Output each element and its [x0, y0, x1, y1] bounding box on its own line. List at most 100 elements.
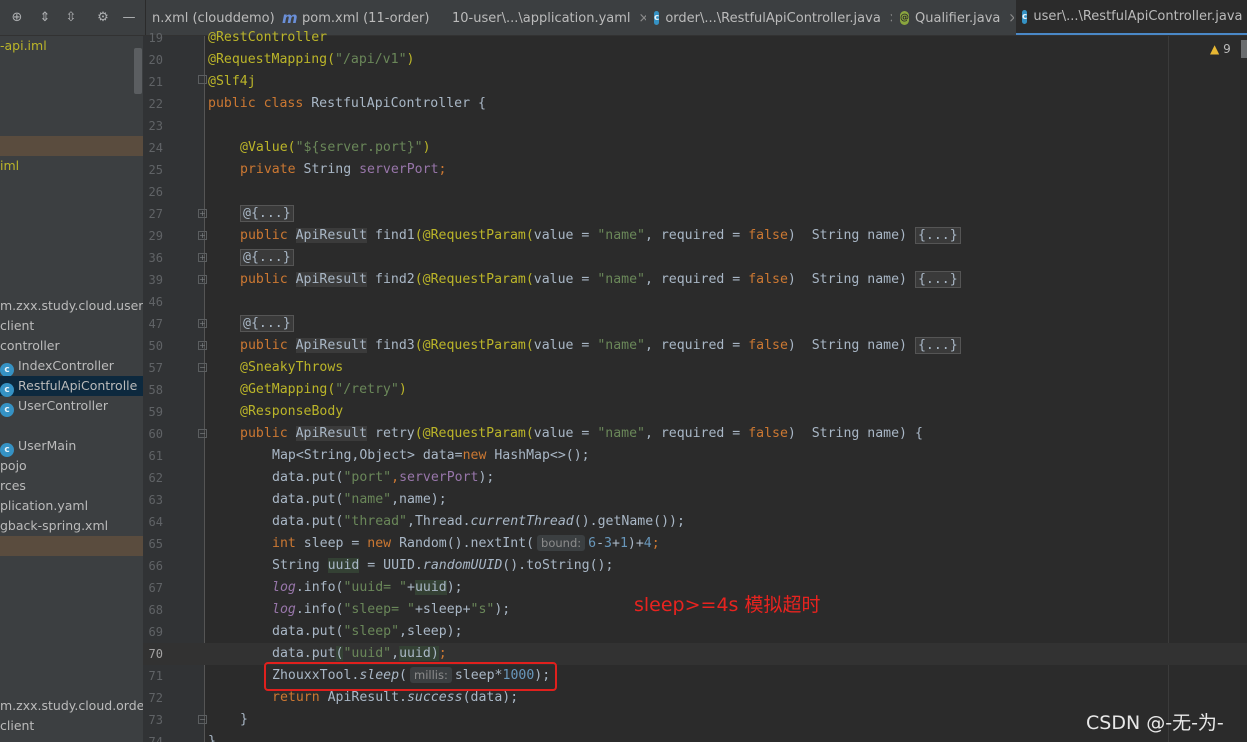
tree-item-label: -api.iml [0, 38, 47, 53]
scrollbar-thumb[interactable] [1241, 40, 1247, 58]
minimize-icon[interactable]: — [122, 11, 136, 25]
close-icon[interactable]: × [639, 11, 646, 26]
locate-icon[interactable]: ⊕ [10, 11, 24, 25]
keyword-token: false [748, 426, 788, 441]
code-token: data.put( [272, 514, 344, 529]
code-token: = UUID. [359, 558, 423, 573]
param-token: , required = [644, 338, 749, 353]
fold-marker-icon[interactable] [198, 75, 207, 84]
expand-all-icon[interactable]: ⇕ [38, 11, 52, 25]
folded-annotation[interactable]: @{...} [240, 315, 294, 332]
tree-item[interactable]: -api.iml [0, 36, 143, 56]
fold-marker-icon[interactable]: + [198, 275, 207, 284]
tree-item[interactable]: pojo [0, 416, 143, 436]
keyword-token: private [240, 162, 304, 177]
param-token: ) String name) [787, 338, 915, 353]
punct-token: ; [651, 536, 660, 551]
annotation-token: ) [406, 52, 415, 67]
code-token: .info( [295, 580, 344, 595]
tree-item[interactable]: m.zxx.study.cloud.orde [0, 696, 143, 716]
annotation-token: (@RequestParam( [414, 228, 534, 243]
fold-marker-icon[interactable]: + [198, 253, 207, 262]
tab-user-restful-controller[interactable]: cuser\...\RestfulApiController.java× [1016, 0, 1247, 35]
string-token: "port" [343, 470, 392, 485]
line-number: 71 [148, 669, 163, 683]
fold-marker-icon[interactable]: + [198, 209, 207, 218]
fold-marker-icon[interactable]: + [198, 319, 207, 328]
string-token: "name" [597, 338, 645, 353]
close-icon[interactable]: × [1008, 11, 1014, 26]
code-token: + [612, 536, 620, 551]
code-line-66: String uuid = UUID.randomUUID().toString… [272, 555, 613, 577]
keyword-token: false [748, 338, 788, 353]
tree-item[interactable]: controller [0, 336, 143, 356]
param-token: ) String name) [787, 426, 915, 441]
tree-item-user-controller[interactable]: c UserController [0, 396, 143, 417]
tree-item-index-controller[interactable]: c IndexController [0, 356, 143, 377]
tree-item[interactable]: client [0, 316, 143, 336]
code-token: ); [478, 470, 495, 485]
string-token: "/retry" [335, 382, 399, 397]
tab-order-restful-controller[interactable]: c order\...\RestfulApiController.java × [648, 0, 892, 35]
method-token: retry [375, 426, 415, 441]
line-number: 26 [148, 185, 163, 199]
code-line-24: @Value("${server.port}") [240, 137, 431, 159]
param-token: ) String name) [787, 272, 915, 287]
variable-token: uuid [399, 646, 431, 661]
inspection-widget[interactable]: ▲ 9 [1210, 42, 1231, 56]
close-icon[interactable]: × [889, 11, 892, 26]
tree-item[interactable]: plication.yaml [0, 496, 143, 516]
annotation-token: (@RequestParam( [414, 272, 534, 287]
fold-marker-icon[interactable]: + [198, 341, 207, 350]
line-number: 47 [148, 317, 163, 331]
variable-token: uuid [414, 580, 447, 595]
code-token: ApiResult. [327, 690, 407, 705]
string-token: "${server.port}" [295, 140, 423, 155]
string-token: "sleep= " [343, 602, 415, 617]
tree-item[interactable]: pojo [0, 456, 143, 476]
code-line-73: } [240, 709, 248, 731]
folded-annotation[interactable]: @{...} [240, 249, 294, 266]
tree-item[interactable]: iml [0, 156, 143, 176]
code-token: ); [494, 602, 511, 617]
number-token: 4 [643, 536, 652, 551]
collapse-all-icon[interactable]: ⇳ [64, 11, 78, 25]
punct-token: } [240, 712, 248, 727]
tab-qualifier[interactable]: @ Qualifier.java × [894, 0, 1014, 35]
tree-item[interactable]: m.zxx.study.cloud.user [0, 296, 143, 316]
folded-annotation[interactable]: @{...} [240, 205, 294, 222]
string-token: "/api/v1" [335, 52, 407, 67]
fold-marker-icon[interactable]: − [198, 715, 207, 724]
code-token: data.put( [272, 470, 344, 485]
tab-label: 10-user\...\application.yaml [452, 10, 631, 26]
folded-body[interactable]: {...} [914, 271, 961, 288]
fold-marker-icon[interactable]: + [198, 231, 207, 240]
line-number: 24 [148, 141, 163, 155]
annotation-token: ) [422, 140, 431, 155]
folded-body[interactable]: {...} [914, 337, 961, 354]
method-token: currentThread [470, 514, 574, 529]
tree-item[interactable]: client [0, 716, 143, 736]
annotation-token: ) [398, 382, 407, 397]
line-number: 57 [148, 361, 163, 375]
tree-item[interactable]: rces [0, 476, 143, 496]
right-margin-guide [1168, 36, 1169, 742]
method-token: randomUUID [422, 558, 503, 573]
tree-item-label: IndexController [18, 358, 114, 373]
annotation-icon: @ [900, 11, 909, 25]
string-token: "uuid= " [343, 580, 407, 595]
fold-marker-icon[interactable]: − [198, 363, 207, 372]
fold-marker-icon[interactable]: − [198, 429, 207, 438]
param-token: ) String name) [787, 228, 915, 243]
code-line-58: @GetMapping("/retry") [240, 379, 407, 401]
tree-item-user-main[interactable]: c UserMain [0, 436, 143, 457]
gear-icon[interactable]: ⚙ [96, 11, 110, 25]
code-token: )+ [627, 536, 644, 551]
tree-item-restful-controller[interactable]: c RestfulApiControlle [0, 376, 143, 397]
tab-application-yaml[interactable]: 10-user\...\application.yaml × [440, 0, 646, 35]
folded-body[interactable]: {...} [914, 227, 961, 244]
param-token: value = [533, 426, 598, 441]
line-number: 60 [148, 427, 163, 441]
tree-item[interactable]: gback-spring.xml [0, 516, 143, 536]
line-number: 59 [148, 405, 163, 419]
